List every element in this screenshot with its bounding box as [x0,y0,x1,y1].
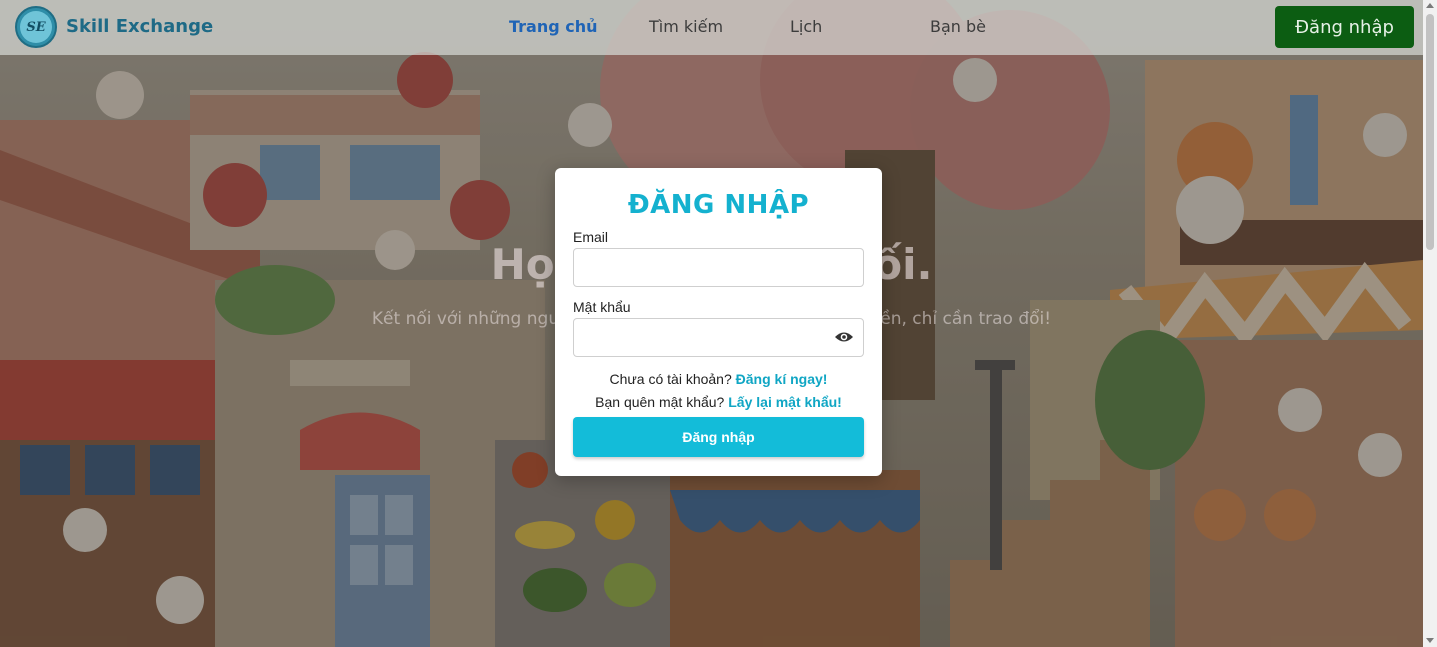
modal-title: ĐĂNG NHẬP [627,190,810,220]
nav-friends[interactable]: Bạn bè [930,17,986,36]
password-label: Mật khẩu [573,299,631,315]
top-navbar: SE Skill Exchange Trang chủ Tìm kiếm Lịc… [0,0,1423,55]
logo-icon[interactable]: SE [15,6,57,48]
nav-home[interactable]: Trang chủ [509,17,598,36]
nav-search[interactable]: Tìm kiếm [649,17,723,36]
forgot-line: Bạn quên mật khẩu? Lấy lại mật khẩu! [555,394,882,410]
scroll-up-icon[interactable] [1426,3,1434,8]
email-label: Email [573,229,609,245]
login-modal: ĐĂNG NHẬP Email Mật khẩu Chưa có tài kho… [555,168,882,476]
email-field[interactable] [573,248,864,287]
logo-monogram: SE [20,11,52,43]
forgot-text: Bạn quên mật khẩu? [595,394,725,410]
page-scrollbar[interactable] [1423,0,1437,647]
recover-password-link[interactable]: Lấy lại mật khẩu! [728,394,842,410]
brand-name[interactable]: Skill Exchange [66,16,213,37]
nav-calendar[interactable]: Lịch [790,17,822,36]
eye-icon[interactable] [834,330,854,344]
scroll-thumb[interactable] [1426,14,1434,250]
scroll-down-icon[interactable] [1426,638,1434,643]
no-account-text: Chưa có tài khoản? [609,371,732,387]
password-field[interactable] [573,318,864,357]
register-line: Chưa có tài khoản? Đăng kí ngay! [555,371,882,387]
register-link[interactable]: Đăng kí ngay! [736,371,828,387]
login-submit-button[interactable]: Đăng nhập [573,417,864,457]
header-login-button[interactable]: Đăng nhập [1275,6,1414,48]
